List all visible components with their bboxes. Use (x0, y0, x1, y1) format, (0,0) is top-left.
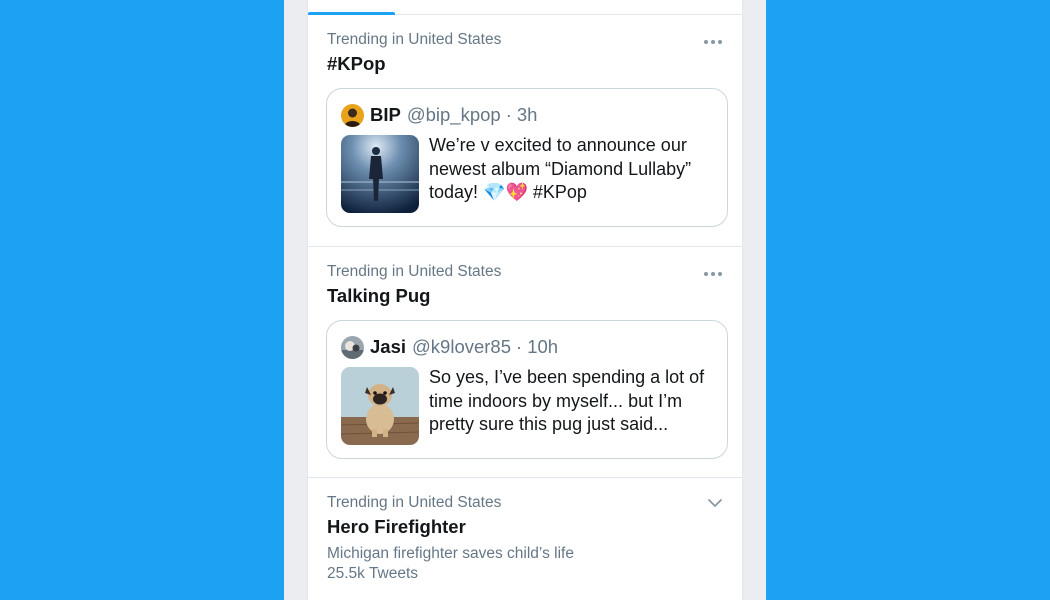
tweet-text: We’re v excited to announce our newest a… (429, 135, 692, 202)
tweet-timestamp[interactable]: 3h (517, 104, 538, 126)
trend-context: Trending in United States (327, 31, 502, 48)
tweet-author-name[interactable]: BIP (370, 104, 401, 126)
tweet-text: So yes, I’ve been spending a lot of time… (429, 367, 705, 434)
trend-context: Trending in United States (327, 494, 502, 511)
tweet-author-handle[interactable]: @k9lover85 (412, 336, 511, 358)
trend-title[interactable]: Talking Pug (327, 285, 430, 307)
tweet-author-name[interactable]: Jasi (370, 336, 406, 358)
tweet-header: BIP @bip_kpop · 3h (341, 102, 537, 128)
tweet-timestamp[interactable]: 10h (527, 336, 558, 358)
more-dots-icon[interactable] (703, 267, 723, 281)
tweet-card[interactable]: BIP @bip_kpop · 3h We’re v excited to an… (326, 88, 728, 227)
tab-bar (308, 0, 742, 15)
trend-description: Michigan firefighter saves child’s life (327, 545, 574, 562)
tweet-header: Jasi @k9lover85 · 10h (341, 334, 558, 360)
concert-performer-image[interactable] (341, 135, 419, 213)
trend-item[interactable]: Trending in United States #KPop BIP @bip… (308, 15, 742, 247)
pug-on-deck-image[interactable] (341, 367, 419, 445)
trend-title[interactable]: #KPop (327, 53, 386, 75)
trend-tweet-count: 25.5k Tweets (327, 565, 419, 582)
chevron-down-icon[interactable] (706, 496, 724, 510)
tweet-separator: · (505, 104, 512, 125)
bip-avatar[interactable] (341, 103, 364, 127)
jasi-avatar[interactable] (341, 335, 364, 359)
trend-context: Trending in United States (327, 263, 502, 280)
more-dots-icon[interactable] (703, 35, 723, 49)
trend-title[interactable]: Hero Firefighter (327, 516, 466, 538)
tweet-card[interactable]: Jasi @k9lover85 · 10h So yes, I’ve been … (326, 320, 728, 459)
trend-item[interactable]: Trending in United States Hero Firefight… (308, 478, 742, 600)
tweet-separator: · (516, 336, 523, 357)
phone-frame: Trending in United States #KPop BIP @bip… (284, 0, 766, 600)
explore-trends-screen: Trending in United States #KPop BIP @bip… (307, 0, 743, 600)
trend-item[interactable]: Trending in United States Talking Pug Ja… (308, 247, 742, 478)
tweet-author-handle[interactable]: @bip_kpop (407, 104, 501, 126)
